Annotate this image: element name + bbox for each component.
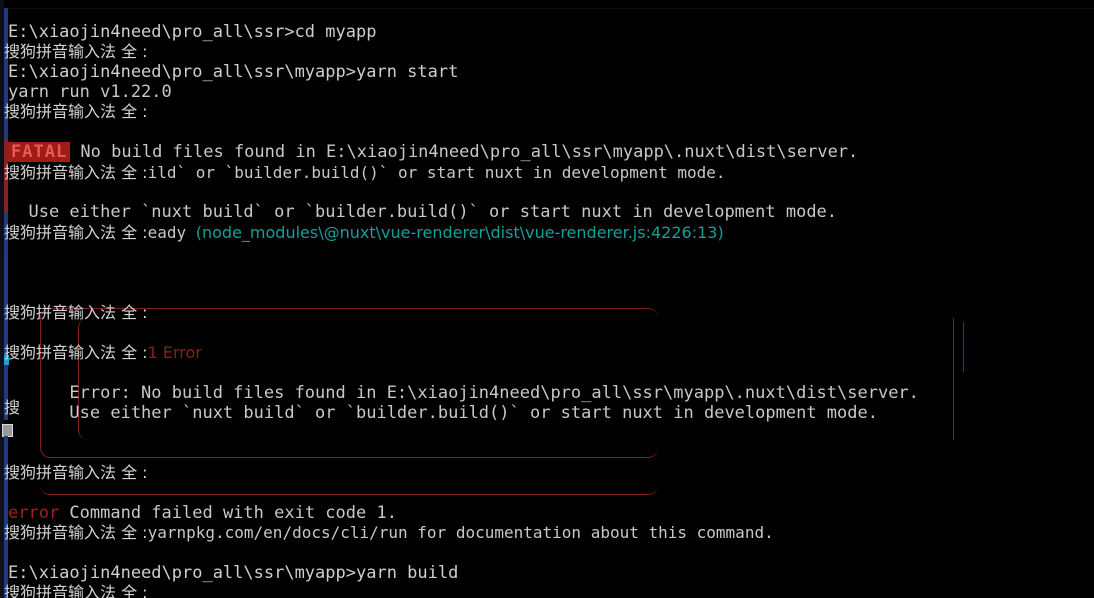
vue-renderer-path: (node_modules\@nuxt\vue-renderer\dist\vu… — [195, 223, 724, 242]
terminal-line-command-cd: E:\xiaojin4need\pro_all\ssr>cd myapp — [8, 22, 377, 42]
terminal-line-use-either: Use either `nuxt build` or `builder.buil… — [8, 202, 838, 222]
terminal-line-fatal: FATAL No build files found in E:\xiaojin… — [8, 142, 858, 162]
terminal-line-yarn-version: yarn run v1.22.0 — [8, 82, 172, 102]
fatal-badge: FATAL — [8, 142, 71, 162]
ime-overlay-line-3: 搜狗拼音输入法 全 :ild` or `builder.build()` or … — [4, 163, 726, 183]
ime-occluded-tail: eady — [147, 223, 196, 242]
ime-label: 搜狗拼音输入法 全 : — [4, 343, 148, 362]
ime-label: 搜狗拼音输入法 全 : — [4, 223, 148, 242]
ime-label: 搜狗拼音输入法 全 : — [4, 463, 148, 482]
ime-occluded-tail: yarnpkg.com/en/docs/cli/run for document… — [147, 523, 774, 542]
terminal-line-command-yarn-build: E:\xiaojin4need\pro_all\ssr\myapp>yarn b… — [8, 563, 459, 583]
ime-label: 搜狗拼音输入法 全 : — [4, 163, 148, 182]
yarn-error-message: Command failed with exit code 1. — [59, 503, 397, 523]
fatal-message: No build files found in E:\xiaojin4need\… — [70, 142, 859, 162]
ime-label: 搜狗拼音输入法 全 : — [4, 583, 148, 598]
error-count-label: 1 Error — [147, 343, 202, 362]
ime-occluded-tail: ild` or `builder.build()` or start nuxt … — [147, 163, 726, 182]
terminal-line-box-error-2: Use either `nuxt build` or `builder.buil… — [8, 403, 878, 423]
nuxt-error-box-right-bar — [953, 318, 954, 440]
ime-overlay-line-8: 搜狗拼音输入法 全 :yarnpkg.com/en/docs/cli/run f… — [4, 523, 774, 543]
ime-overlay-line-2: 搜狗拼音输入法 全 : — [4, 102, 148, 122]
terminal-line-box-error-1: Error: No build files found in E:\xiaoji… — [8, 383, 919, 403]
ime-overlay-line-1: 搜狗拼音输入法 全 : — [4, 42, 148, 62]
terminal-line-command-yarn-start: E:\xiaojin4need\pro_all\ssr\myapp>yarn s… — [8, 62, 459, 82]
terminal-line-yarn-error: error Command failed with exit code 1. — [8, 503, 397, 523]
ime-overlay-line-5: 搜狗拼音输入法 全 : — [4, 303, 148, 323]
nuxt-error-box-right-bar2 — [963, 322, 964, 372]
ime-overlay-partial: 搜 — [4, 398, 20, 418]
ime-label: 搜狗拼音输入法 全 : — [4, 303, 148, 322]
ime-label: 搜狗拼音输入法 全 : — [4, 102, 148, 121]
terminal-window[interactable]: E:\xiaojin4need\pro_all\ssr>cd myapp 搜狗拼… — [0, 0, 1094, 598]
ime-label: 搜狗拼音输入法 全 : — [4, 42, 148, 61]
ime-overlay-line-6: 搜狗拼音输入法 全 :1 Error — [4, 343, 202, 363]
window-top-chrome — [0, 0, 1094, 9]
ime-label: 搜狗拼音输入法 全 : — [4, 523, 148, 542]
ime-label-partial: 搜 — [4, 398, 21, 417]
yarn-error-badge: error — [8, 503, 60, 523]
ime-overlay-line-9: 搜狗拼音输入法 全 : — [4, 583, 148, 598]
ime-overlay-line-4: 搜狗拼音输入法 全 :eady (node_modules\@nuxt\vue-… — [4, 223, 724, 243]
ime-overlay-line-7: 搜狗拼音输入法 全 : — [4, 463, 148, 483]
